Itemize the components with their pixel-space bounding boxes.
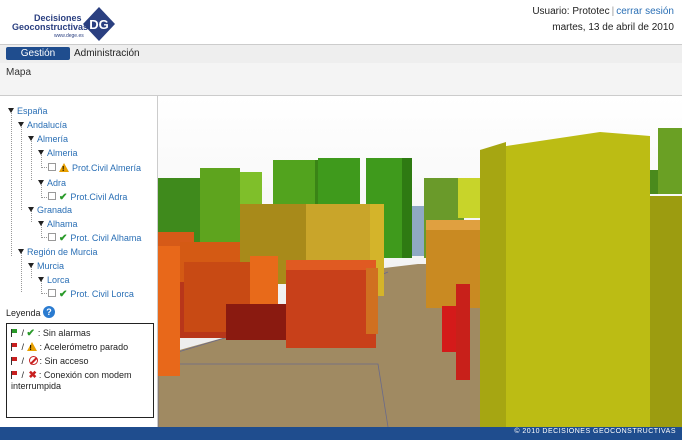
- tree-node-alhama[interactable]: Alhama: [38, 218, 78, 230]
- breadcrumb: Mapa: [0, 63, 682, 96]
- footer: © 2010 DECISIONES GEOCONSTRUCTIVAS: [0, 427, 682, 440]
- tree-label: Alhama: [47, 219, 78, 229]
- legend-label: Sin alarmas: [42, 328, 91, 338]
- main-tabs: Gestión Administración: [0, 44, 682, 64]
- expand-triangle-icon[interactable]: [38, 150, 44, 155]
- tree-node-lorca[interactable]: Lorca: [38, 274, 70, 286]
- expand-triangle-icon[interactable]: [28, 263, 34, 268]
- user-label: Usuario: Prototec: [532, 6, 610, 17]
- user-area: Usuario: Prototec | cerrar sesión: [532, 6, 674, 17]
- copyright: © 2010 DECISIONES GEOCONSTRUCTIVAS: [514, 428, 676, 435]
- tree-label: Andalucía: [27, 120, 68, 130]
- expand-triangle-icon[interactable]: [38, 180, 44, 185]
- checkbox-icon[interactable]: [48, 163, 56, 171]
- tree-label: España: [17, 106, 48, 116]
- legend-item-no-access: / : Sin acceso: [11, 356, 89, 367]
- check-icon: ✔: [59, 289, 68, 300]
- building-scene: [158, 96, 682, 427]
- tree-label: Almería: [37, 134, 69, 144]
- building: [658, 128, 682, 194]
- company-logo: Decisiones Geoconstructivas www.dege.es …: [6, 4, 116, 42]
- check-icon: ✔: [59, 192, 68, 203]
- current-date: martes, 13 de abril de 2010: [552, 22, 674, 33]
- tree-label: Prot. Civil Alhama: [70, 233, 142, 243]
- disconnected-x-icon: ✖: [28, 370, 37, 381]
- tree-node-lorca-station[interactable]: ✔ Prot. Civil Lorca: [48, 288, 134, 301]
- tree-label: Región de Murcia: [27, 247, 98, 257]
- warning-icon: [26, 342, 37, 354]
- red-flag-icon: [11, 371, 17, 379]
- check-icon: ✔: [59, 233, 68, 244]
- logo-url: www.dege.es: [54, 33, 84, 39]
- tab-administracion[interactable]: Administración: [74, 47, 140, 60]
- building: [200, 168, 240, 242]
- tree-node-alhama-station[interactable]: ✔ Prot. Civil Alhama: [48, 232, 141, 245]
- tree-label: Prot.Civil Almería: [72, 163, 142, 173]
- logo-line2: Geoconstructivas: [12, 22, 89, 32]
- tree-label: Murcia: [37, 261, 65, 271]
- tree-node-almeria-prov[interactable]: Almería: [28, 133, 68, 145]
- red-flag-icon: [11, 343, 17, 351]
- checkbox-icon[interactable]: [48, 289, 56, 297]
- help-icon[interactable]: ?: [43, 306, 55, 318]
- building: [226, 304, 286, 340]
- tree-node-andalucia[interactable]: Andalucía: [18, 119, 67, 131]
- green-flag-icon: [11, 329, 17, 337]
- building: [402, 158, 412, 258]
- legend-item-disconnected: / ✖: Conexión con modem interrumpida: [11, 370, 132, 391]
- building: [458, 178, 480, 218]
- legend-box: / ✔: Sin alarmas / : Acelerómetro parado…: [6, 323, 154, 418]
- tree-node-murcia-region[interactable]: Región de Murcia: [18, 246, 98, 258]
- check-icon: ✔: [26, 328, 35, 339]
- building: [158, 246, 180, 376]
- expand-triangle-icon[interactable]: [18, 122, 24, 127]
- svg-text:DG: DG: [89, 17, 109, 32]
- checkbox-icon[interactable]: [48, 192, 56, 200]
- no-access-icon: [28, 356, 38, 365]
- building: [286, 268, 376, 348]
- building: [456, 284, 470, 380]
- checkbox-icon[interactable]: [48, 233, 56, 241]
- tree-node-adra-station[interactable]: ✔ Prot.Civil Adra: [48, 191, 127, 204]
- dg-logo-icon: DG: [83, 7, 115, 41]
- logout-link[interactable]: cerrar sesión: [616, 6, 674, 17]
- tree-node-espana[interactable]: España: [8, 105, 48, 117]
- header: Decisiones Geoconstructivas www.dege.es …: [0, 0, 682, 44]
- tree-node-almeria-station[interactable]: Prot.Civil Almería: [48, 162, 142, 176]
- map-3d-viewer[interactable]: [158, 96, 682, 427]
- red-flag-icon: [11, 357, 17, 365]
- warning-icon: [59, 163, 69, 176]
- expand-triangle-icon[interactable]: [18, 249, 24, 254]
- tree-node-adra[interactable]: Adra: [38, 177, 66, 189]
- building: [650, 196, 682, 427]
- tree-label: Almeria: [47, 148, 78, 158]
- tree-node-almeria-city[interactable]: Almeria: [38, 147, 78, 159]
- expand-triangle-icon[interactable]: [28, 207, 34, 212]
- legend-label: Sin acceso: [44, 356, 89, 366]
- tree-label: Lorca: [47, 275, 70, 285]
- sidebar: España Andalucía Almería Almeria Prot.Ci…: [0, 96, 158, 427]
- expand-triangle-icon[interactable]: [28, 136, 34, 141]
- page-title: Mapa: [6, 67, 32, 78]
- expand-triangle-icon[interactable]: [38, 221, 44, 226]
- legend-title: Leyenda: [6, 308, 41, 318]
- expand-triangle-icon[interactable]: [8, 108, 14, 113]
- building: [412, 206, 424, 256]
- legend-item-ok: / ✔: Sin alarmas: [11, 328, 90, 339]
- tab-gestion[interactable]: Gestión: [6, 47, 70, 60]
- expand-triangle-icon[interactable]: [38, 277, 44, 282]
- tree-label: Granada: [37, 205, 73, 215]
- tree-label: Prot. Civil Lorca: [70, 289, 134, 299]
- tree-label: Prot.Civil Adra: [70, 192, 128, 202]
- legend-item-warning: / : Acelerómetro parado: [11, 342, 129, 354]
- legend-label: Acelerómetro parado: [44, 342, 129, 352]
- tree-node-granada[interactable]: Granada: [28, 204, 72, 216]
- tree-label: Adra: [47, 178, 67, 188]
- tree-node-murcia[interactable]: Murcia: [28, 260, 64, 272]
